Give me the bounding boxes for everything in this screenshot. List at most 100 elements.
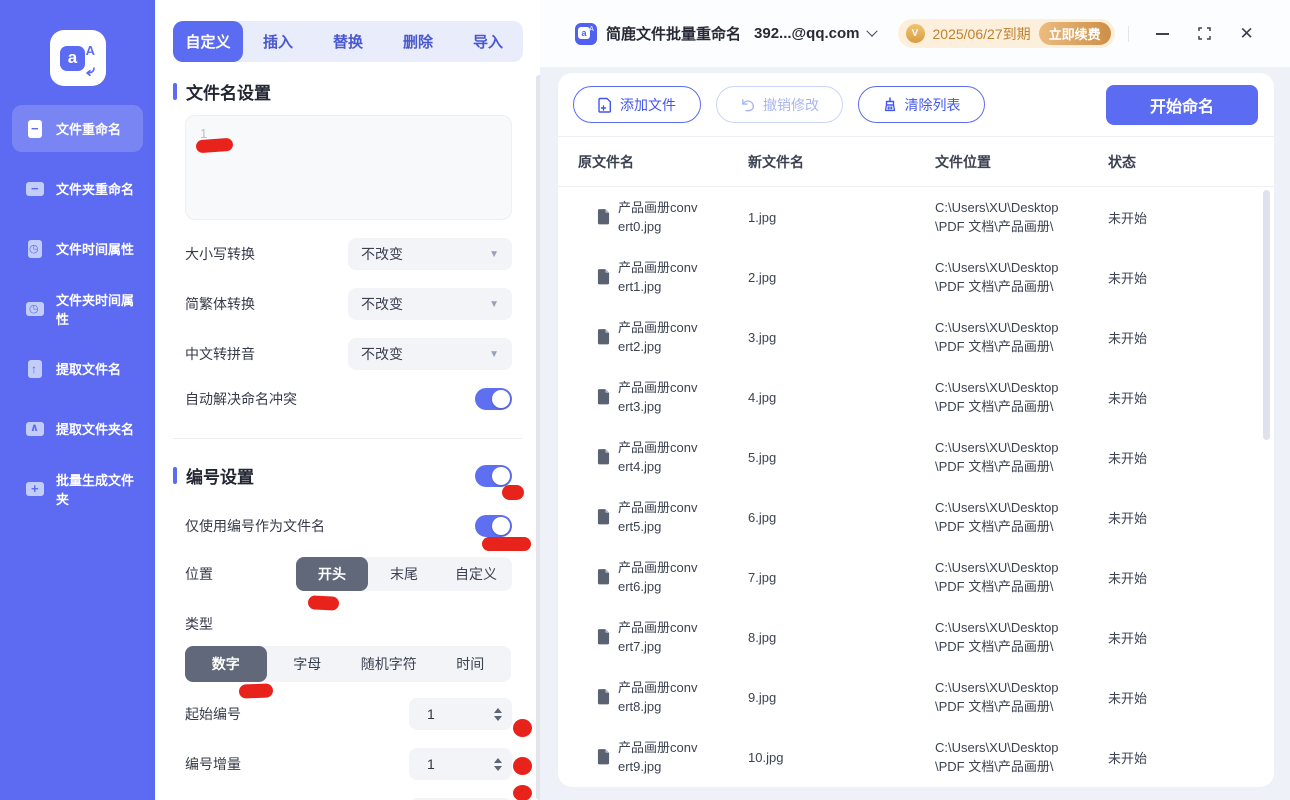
sidebar-item-label: 提取文件名 <box>56 362 122 377</box>
original-filename: 产品画册conv ert8.jpg <box>618 680 698 714</box>
type-label: 类型 <box>185 616 213 632</box>
table-row[interactable]: 产品画册conv ert5.jpg 6.jpg C:\Users\XU\Desk… <box>558 487 1274 547</box>
numbering-toggle[interactable] <box>475 464 512 487</box>
only-number-row: 仅使用编号作为文件名 <box>185 515 512 537</box>
chevron-down-icon: ▼ <box>489 348 499 360</box>
clear-list-button[interactable]: 清除列表 <box>858 86 985 123</box>
table-row[interactable]: 产品画册conv ert3.jpg 4.jpg C:\Users\XU\Desk… <box>558 367 1274 427</box>
auto-resolve-toggle[interactable] <box>475 388 512 410</box>
select-dropdown[interactable]: 不改变 ▼ <box>348 338 512 370</box>
settings-tab[interactable]: 自定义 <box>173 21 243 62</box>
select-row: 中文转拼音 不改变 ▼ <box>185 338 512 370</box>
file-icon <box>597 749 610 765</box>
sidebar-item[interactable]: 文件夹重命名 <box>12 165 143 212</box>
file-icon <box>597 509 610 525</box>
segment-option[interactable]: 自定义 <box>440 557 512 591</box>
original-filename: 产品画册conv ert7.jpg <box>618 620 698 654</box>
file-location: C:\Users\XU\Desktop \PDF 文档\产品画册\ <box>935 440 1059 474</box>
table-row[interactable]: 产品画册conv ert9.jpg 10.jpg C:\Users\XU\Des… <box>558 727 1274 787</box>
start-number-stepper[interactable]: 1 <box>409 698 512 730</box>
close-button[interactable]: ✕ <box>1239 25 1255 42</box>
settings-tab[interactable]: 替换 <box>313 21 383 62</box>
numbering-section-header: 编号设置 <box>173 463 512 488</box>
app-title: 简鹿文件批量重命名 <box>606 26 742 43</box>
sidebar-nav: 文件重命名 文件夹重命名 文件时间属性 文件夹时间属性 提取文件名 提取文件夹名… <box>0 105 155 525</box>
new-filename: 7.jpg <box>748 569 777 585</box>
increment-row: 编号增量 1 <box>185 748 512 780</box>
sidebar-item[interactable]: 文件夹时间属性 <box>12 285 143 332</box>
clear-list-icon <box>884 97 895 112</box>
sidebar-item[interactable]: 文件时间属性 <box>12 225 143 272</box>
table-row[interactable]: 产品画册conv ert4.jpg 5.jpg C:\Users\XU\Desk… <box>558 427 1274 487</box>
table-row[interactable]: 产品画册conv ert7.jpg 8.jpg C:\Users\XU\Desk… <box>558 607 1274 667</box>
sidebar-item[interactable]: 批量生成文件夹 <box>12 465 143 512</box>
spin-up-icon[interactable] <box>494 707 502 713</box>
sidebar-item[interactable]: 文件重命名 <box>12 105 143 152</box>
file-status: 未开始 <box>1108 390 1148 406</box>
table-row[interactable]: 产品画册conv ert2.jpg 3.jpg C:\Users\XU\Desk… <box>558 307 1274 367</box>
file-icon <box>597 269 610 285</box>
segment-option[interactable]: 末尾 <box>368 557 440 591</box>
add-files-button[interactable]: 添加文件 <box>573 86 701 123</box>
original-filename: 产品画册conv ert5.jpg <box>618 500 698 534</box>
table-scrollbar[interactable] <box>1263 190 1270 440</box>
segment-option[interactable]: 时间 <box>430 646 512 682</box>
folder-rename-icon <box>25 179 45 199</box>
sidebar-item-label: 批量生成文件夹 <box>56 472 135 507</box>
maximize-icon <box>1198 27 1211 40</box>
chevron-down-icon <box>865 25 878 37</box>
segment-option[interactable]: 开头 <box>296 557 368 591</box>
sidebar-item-label: 文件夹重命名 <box>56 182 135 197</box>
sidebar: a A 文件重命名 文件夹重命名 文件时间属性 文件夹时间属性 提取文件名 提取… <box>0 0 155 800</box>
filename-textarea[interactable]: 1 <box>185 115 512 220</box>
file-status: 未开始 <box>1108 450 1148 466</box>
file-location: C:\Users\XU\Desktop \PDF 文档\产品画册\ <box>935 320 1059 354</box>
maximize-button[interactable] <box>1197 26 1213 42</box>
logo-arrow-icon <box>86 67 95 76</box>
col-location: 文件位置 <box>935 153 991 170</box>
chevron-down-icon: ▼ <box>489 248 499 260</box>
renew-button[interactable]: 立即续费 <box>1038 22 1111 45</box>
vip-crown-icon: V <box>905 24 925 43</box>
logo-translate-a-icon: A <box>85 43 95 58</box>
original-filename: 产品画册conv ert1.jpg <box>618 260 698 294</box>
spin-up-icon[interactable] <box>494 757 502 763</box>
spin-down-icon[interactable] <box>494 715 502 721</box>
table-row[interactable]: 产品画册conv ert8.jpg 9.jpg C:\Users\XU\Desk… <box>558 667 1274 727</box>
table-header: 原文件名 新文件名 文件位置 状态 <box>558 137 1274 186</box>
file-rename-icon <box>25 119 45 139</box>
spin-down-icon[interactable] <box>494 765 502 771</box>
section-divider <box>173 438 522 439</box>
file-location: C:\Users\XU\Desktop \PDF 文档\产品画册\ <box>935 620 1059 654</box>
settings-tab[interactable]: 删除 <box>383 21 453 62</box>
segment-option[interactable]: 随机字符 <box>348 646 430 682</box>
select-dropdown[interactable]: 不改变 ▼ <box>348 238 512 270</box>
settings-tabs: 自定义 插入 替换 删除 导入 <box>173 21 523 62</box>
segment-option[interactable]: 数字 <box>185 646 267 682</box>
position-segmented-control: 开头 末尾 自定义 <box>296 557 512 591</box>
table-row[interactable]: 产品画册conv ert1.jpg 2.jpg C:\Users\XU\Desk… <box>558 247 1274 307</box>
segment-option[interactable]: 字母 <box>267 646 349 682</box>
settings-tab[interactable]: 导入 <box>453 21 523 62</box>
new-filename: 4.jpg <box>748 389 777 405</box>
add-file-icon <box>598 97 611 113</box>
file-time-icon <box>25 239 45 259</box>
sidebar-item[interactable]: 提取文件名 <box>12 345 143 392</box>
table-row[interactable]: 产品画册conv ert6.jpg 7.jpg C:\Users\XU\Desk… <box>558 547 1274 607</box>
settings-tab[interactable]: 插入 <box>243 21 313 62</box>
only-number-toggle[interactable] <box>475 515 512 537</box>
file-status: 未开始 <box>1108 330 1148 346</box>
license-badge: V 2025/06/27到期 立即续费 <box>897 19 1115 48</box>
sidebar-item[interactable]: 提取文件夹名 <box>12 405 143 452</box>
increment-stepper[interactable]: 1 <box>409 748 512 780</box>
file-status: 未开始 <box>1108 510 1148 526</box>
account-menu[interactable]: 392...@qq.com <box>754 25 878 42</box>
position-row: 位置 开头 末尾 自定义 <box>185 557 512 591</box>
start-number-row: 起始编号 1 <box>185 698 512 730</box>
minimize-button[interactable] <box>1155 26 1171 42</box>
select-dropdown[interactable]: 不改变 ▼ <box>348 288 512 320</box>
extract-foldername-icon <box>25 419 45 439</box>
undo-button[interactable]: 撤销修改 <box>716 86 843 123</box>
start-rename-button[interactable]: 开始命名 <box>1106 84 1258 125</box>
table-row[interactable]: 产品画册conv ert0.jpg 1.jpg C:\Users\XU\Desk… <box>558 187 1274 247</box>
